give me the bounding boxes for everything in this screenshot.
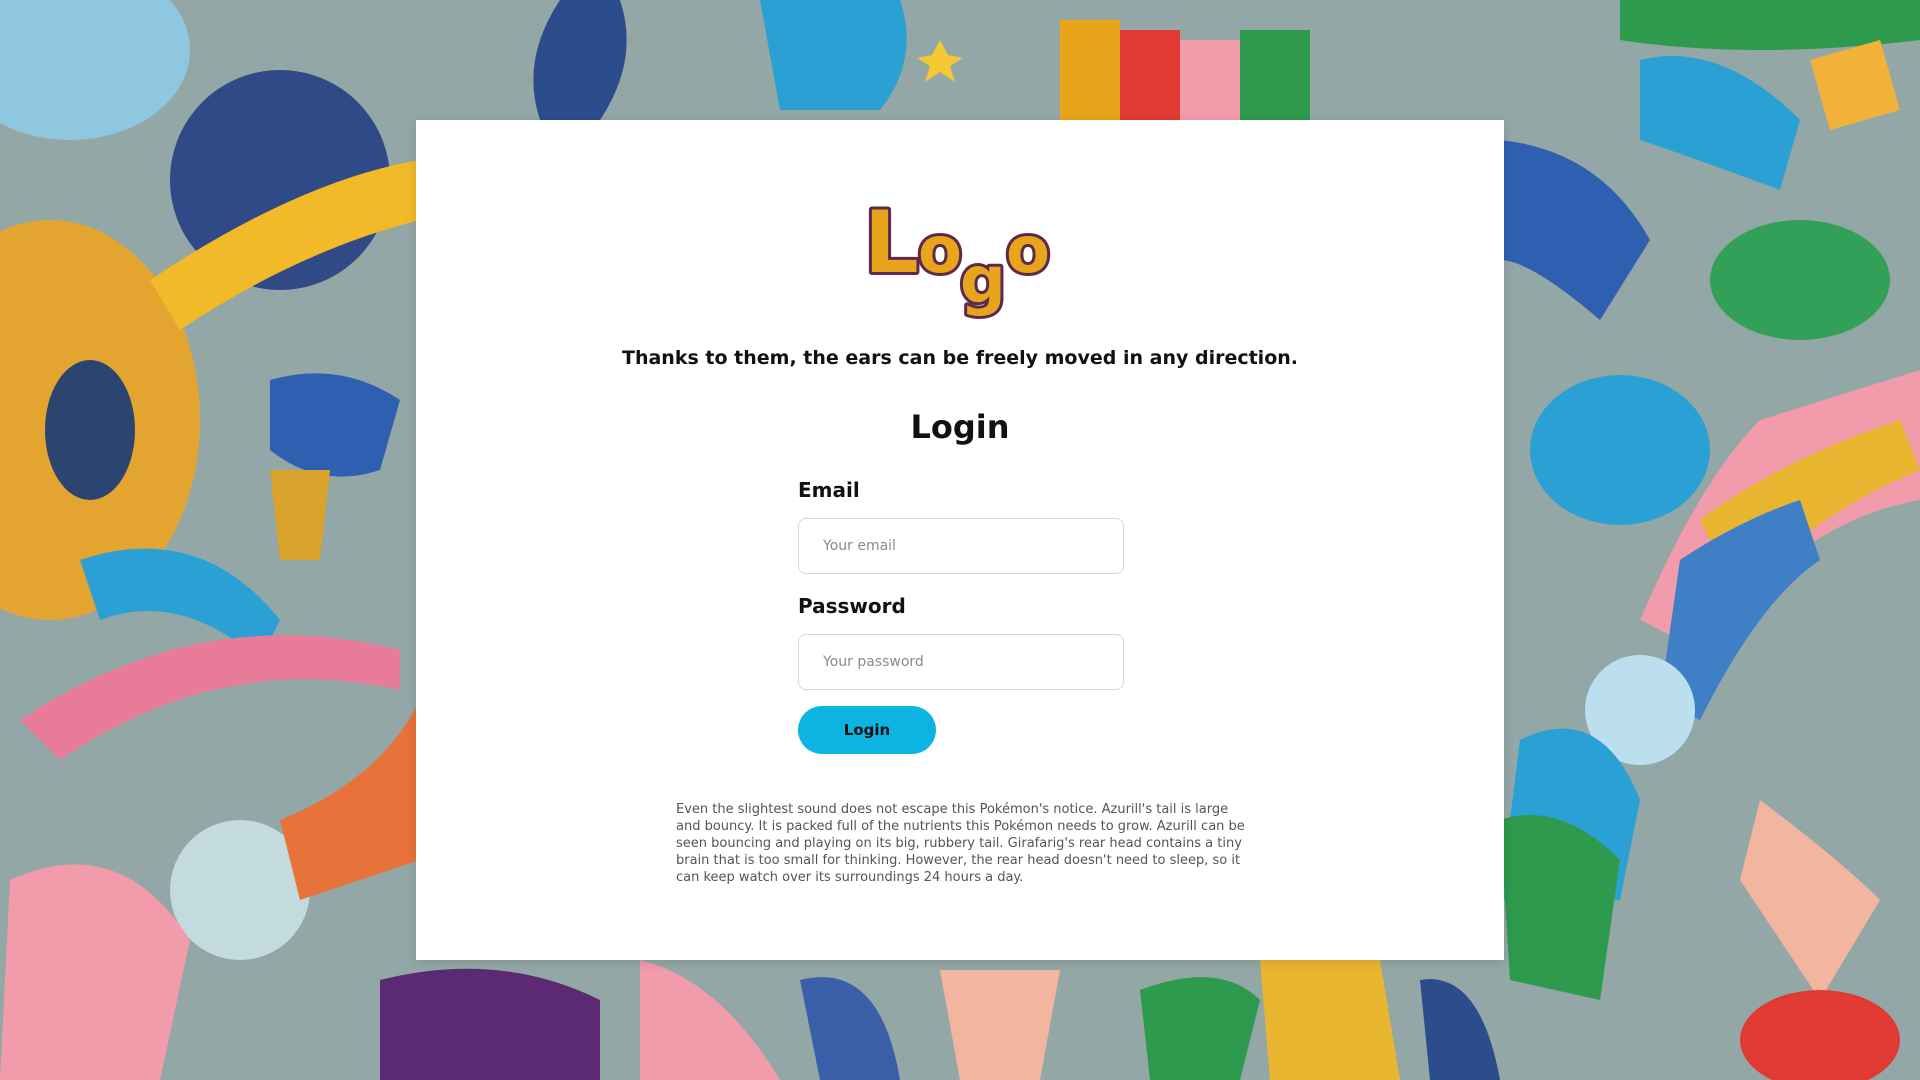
email-label: Email <box>798 478 860 502</box>
password-field[interactable] <box>798 634 1124 690</box>
login-button[interactable]: Login <box>798 706 936 754</box>
svg-text:o: o <box>918 214 962 288</box>
description-text: Even the slightest sound does not escape… <box>676 802 1245 885</box>
login-card: L o g o Thanks to them, the ears can be … <box>416 120 1504 960</box>
login-form: Email Password Login <box>798 478 1124 754</box>
email-field[interactable] <box>798 518 1124 574</box>
svg-text:g: g <box>960 244 1006 318</box>
tagline: Thanks to them, the ears can be freely m… <box>622 347 1298 369</box>
login-title: Login <box>910 408 1010 446</box>
svg-text:o: o <box>1006 214 1050 288</box>
svg-text:L: L <box>864 193 919 293</box>
password-label: Password <box>798 594 906 618</box>
logo: L o g o <box>861 190 1053 321</box>
